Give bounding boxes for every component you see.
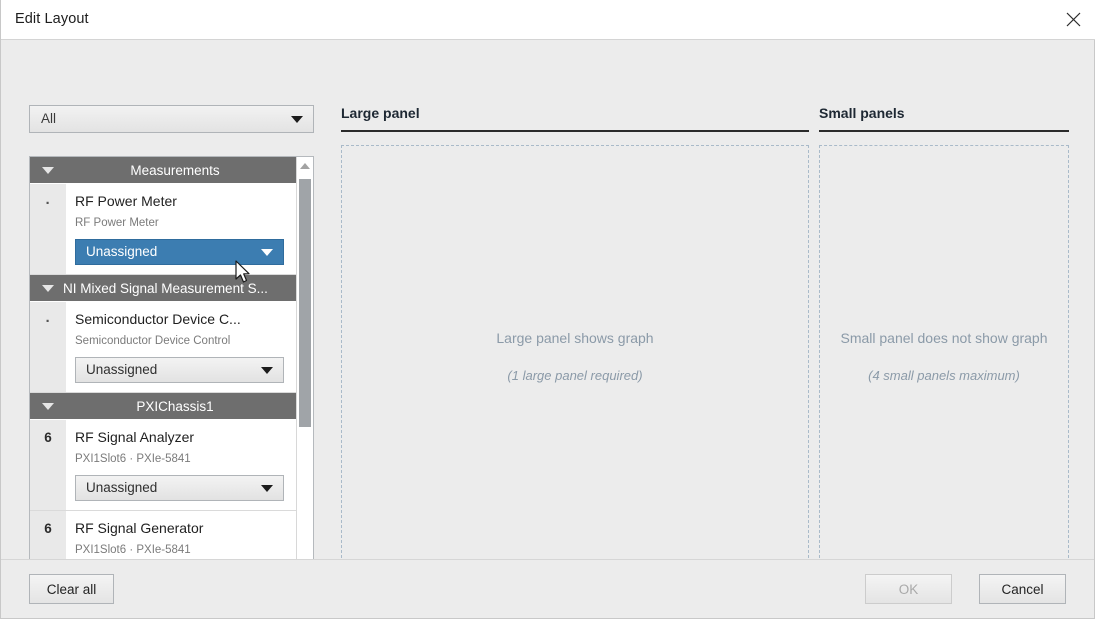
small-panels-hint-primary: Small panel does not show graph [840, 330, 1048, 346]
device-name: RF Power Meter [75, 193, 177, 209]
device-name: RF Signal Analyzer [75, 429, 195, 445]
dialog-footer: Clear all OK Cancel [1, 559, 1094, 618]
group-header-ni-mixed-signal[interactable]: NI Mixed Signal Measurement S... [30, 275, 296, 302]
large-panel-header: Large panel [341, 105, 809, 132]
close-icon[interactable] [1050, 0, 1095, 39]
group-header-measurements[interactable]: Measurements [30, 157, 296, 184]
panel-assignment-value: Unassigned [86, 244, 158, 259]
device-subtitle: PXI1Slot6 · PXIe-5841 [75, 544, 191, 556]
list-item-content: RF Signal Analyzer PXI1Slot6 · PXIe-5841… [66, 420, 296, 510]
group-title: PXIChassis1 [136, 398, 214, 414]
slot-number: 6 [30, 420, 66, 510]
panel-assignment-select[interactable]: Unassigned [75, 239, 284, 265]
device-subtitle: RF Power Meter [75, 217, 159, 229]
list-item-content: Semiconductor Device C... Semiconductor … [66, 302, 296, 392]
triangle-down-icon [42, 285, 54, 292]
small-panels-dropzone[interactable]: Small panel does not show graph (4 small… [819, 145, 1069, 568]
small-panels-hint-secondary: (4 small panels maximum) [868, 368, 1020, 383]
device-subtitle: Semiconductor Device Control [75, 335, 231, 347]
large-panel-column: Large panel Large panel shows graph (1 l… [341, 105, 809, 568]
triangle-down-icon [42, 167, 54, 174]
panel-assignment-select[interactable]: Unassigned [75, 357, 284, 383]
group-title: NI Mixed Signal Measurement S... [63, 280, 268, 296]
resource-list-scrollbar[interactable] [296, 157, 313, 574]
chevron-down-icon [261, 367, 273, 374]
dialog-title-bar: Edit Layout [1, 0, 1095, 40]
group-title: Measurements [130, 162, 220, 178]
edit-layout-dialog: Edit Layout All Measurements · RF Power … [0, 0, 1095, 619]
dialog-title: Edit Layout [15, 11, 89, 27]
list-item[interactable]: · RF Power Meter RF Power Meter Unassign… [30, 184, 296, 275]
list-item[interactable]: 6 RF Signal Analyzer PXI1Slot6 · PXIe-58… [30, 420, 296, 511]
scroll-up-arrow-icon[interactable] [297, 157, 313, 174]
resource-filter-value: All [41, 111, 57, 126]
slot-number: 6 [30, 511, 66, 566]
chevron-down-icon [261, 249, 273, 256]
chevron-down-icon [261, 485, 273, 492]
panel-assignment-value: Unassigned [86, 362, 158, 377]
list-item-content: RF Power Meter RF Power Meter Unassigned [66, 184, 296, 274]
list-item-content: RF Signal Generator PXI1Slot6 · PXIe-584… [66, 511, 296, 566]
slot-number: · [30, 302, 66, 392]
slot-number: · [30, 184, 66, 274]
ok-button[interactable]: OK [865, 574, 952, 604]
device-subtitle: PXI1Slot6 · PXIe-5841 [75, 453, 191, 465]
panel-assignment-select[interactable]: Unassigned [75, 475, 284, 501]
resource-list-viewport: Measurements · RF Power Meter RF Power M… [30, 157, 296, 574]
panel-assignment-value: Unassigned [86, 480, 158, 495]
group-header-pxichassis1[interactable]: PXIChassis1 [30, 393, 296, 420]
resource-list: Measurements · RF Power Meter RF Power M… [29, 156, 314, 575]
cancel-button[interactable]: Cancel [979, 574, 1066, 604]
resource-filter-select[interactable]: All [29, 105, 314, 133]
chevron-down-icon [291, 116, 303, 123]
device-name: RF Signal Generator [75, 520, 204, 536]
large-panel-dropzone[interactable]: Large panel shows graph (1 large panel r… [341, 145, 809, 568]
large-panel-hint-secondary: (1 large panel required) [507, 368, 643, 383]
large-panel-hint-primary: Large panel shows graph [496, 330, 654, 346]
clear-all-button[interactable]: Clear all [29, 574, 114, 604]
device-name: Semiconductor Device C... [75, 311, 241, 327]
list-item[interactable]: · Semiconductor Device C... Semiconducto… [30, 302, 296, 393]
triangle-down-icon [42, 403, 54, 410]
dialog-body: All Measurements · RF Power Meter RF Pow… [1, 40, 1094, 575]
scrollbar-thumb[interactable] [299, 179, 311, 427]
small-panels-header: Small panels [819, 105, 1069, 132]
small-panels-column: Small panels Small panel does not show g… [819, 105, 1069, 568]
